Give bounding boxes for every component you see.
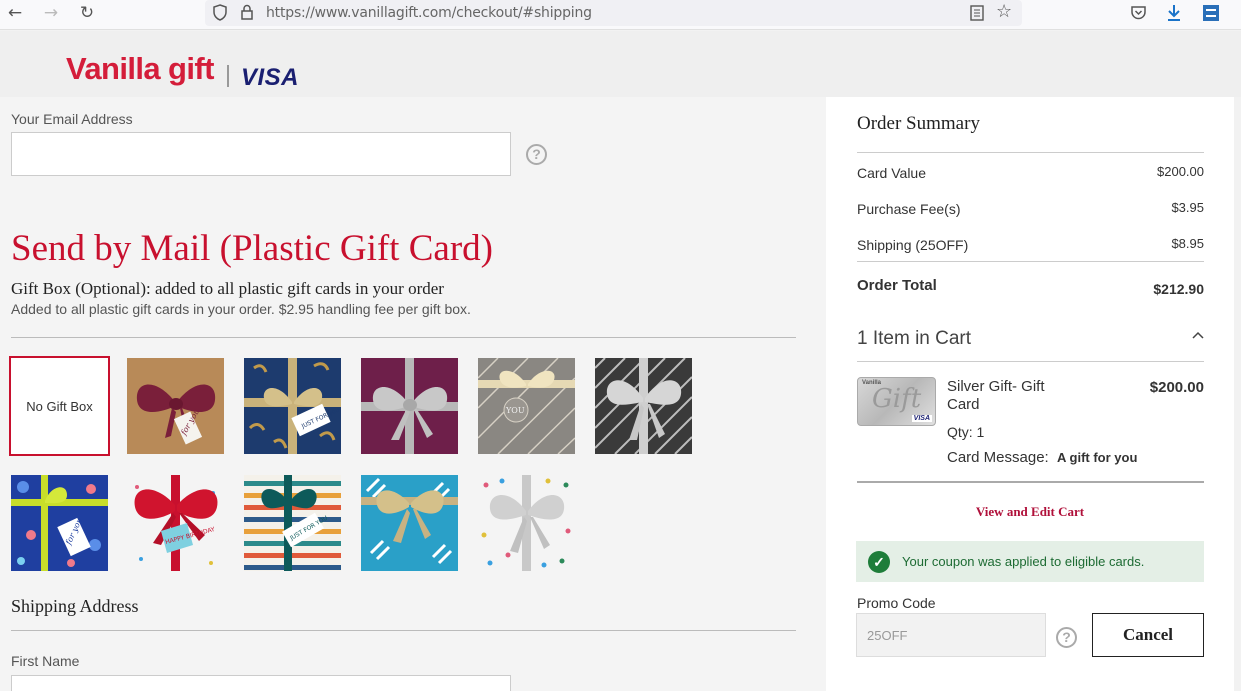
checkout-form: Your Email Address ? Send by Mail (Plast…	[0, 97, 826, 691]
first-name-label: First Name	[11, 653, 80, 669]
gift-box-image	[595, 358, 692, 454]
pocket-icon[interactable]	[1131, 6, 1146, 20]
gift-tag-text: YOU	[505, 406, 525, 415]
no-gift-box-option[interactable]: No Gift Box	[9, 356, 110, 456]
promo-code-label: Promo Code	[857, 595, 936, 611]
email-help-icon[interactable]: ?	[526, 144, 547, 165]
divider	[857, 361, 1204, 362]
gift-box-image: for you	[11, 475, 108, 571]
view-edit-cart-link[interactable]: View and Edit Cart	[826, 504, 1234, 520]
no-gift-box-label: No Gift Box	[26, 398, 93, 414]
card-message-label: Card Message:	[947, 449, 1049, 466]
browser-toolbar: ← → ↻ https://www.vanillagift.com/checko…	[0, 0, 1241, 30]
email-label: Your Email Address	[11, 111, 133, 127]
gift-box-image: HAPPY BIRTHDAY	[127, 475, 224, 571]
lock-icon[interactable]	[240, 4, 254, 21]
gift-box-option-1[interactable]: for you	[127, 358, 224, 454]
download-icon[interactable]	[1166, 4, 1182, 22]
first-name-input[interactable]	[11, 675, 511, 691]
divider	[857, 261, 1204, 262]
reader-view-icon[interactable]	[970, 5, 984, 21]
shipping-amount: $8.95	[1171, 236, 1204, 251]
gift-box-option-2[interactable]: JUST FOR you	[244, 358, 341, 454]
gift-box-image: for you	[127, 358, 224, 454]
order-summary-title: Order Summary	[857, 113, 980, 134]
cart-item-name-line2: Card	[947, 396, 980, 413]
cart-heading[interactable]: 1 Item in Cart	[857, 328, 971, 350]
divider	[11, 337, 796, 338]
card-value-label: Card Value	[857, 165, 927, 181]
gift-box-option-10[interactable]	[478, 475, 575, 571]
gift-box-option-7[interactable]: HAPPY BIRTHDAY	[127, 475, 224, 571]
gift-box-image	[361, 358, 458, 454]
send-by-mail-title: Send by Mail (Plastic Gift Card)	[11, 228, 493, 269]
bookmark-star-icon[interactable]: ☆	[996, 1, 1012, 22]
gift-box-option-5[interactable]	[595, 358, 692, 454]
vanilla-gift-logo[interactable]: Vanilla gift	[66, 51, 214, 87]
shipping-label: Shipping (25OFF)	[857, 237, 969, 253]
card-art-script: Gift	[872, 384, 922, 414]
gift-box-option-4[interactable]: YOU	[478, 358, 575, 454]
divider	[857, 152, 1204, 153]
coupon-success-banner: ✓ Your coupon was applied to eligible ca…	[856, 541, 1204, 582]
back-icon[interactable]: ←	[2, 2, 28, 26]
cart-item-name-line1: Silver Gift- Gift	[947, 378, 1045, 395]
gift-box-subtext: Added to all plastic gift cards in your …	[11, 301, 471, 317]
reload-icon[interactable]: ↻	[74, 2, 100, 26]
gift-box-heading-rest: (Optional): added to all plastic gift ca…	[70, 279, 444, 298]
chevron-up-icon[interactable]	[1192, 331, 1204, 339]
cancel-promo-button[interactable]: Cancel	[1092, 613, 1204, 657]
gift-box-image	[478, 475, 575, 571]
gift-box-image: YOU	[478, 358, 575, 454]
card-value-amount: $200.00	[1157, 164, 1204, 179]
gift-box-option-6[interactable]: for you	[11, 475, 108, 571]
promo-code-input[interactable]: 25OFF	[856, 613, 1046, 657]
gift-box-image	[361, 475, 458, 571]
gift-box-option-3[interactable]	[361, 358, 458, 454]
email-input[interactable]	[11, 132, 511, 176]
gift-box-image: JUST FOR YOU	[244, 475, 341, 571]
cart-item-price: $200.00	[1149, 379, 1204, 396]
cart-item-name: Silver Gift- Gift Card	[947, 378, 1045, 414]
site-header: Vanilla gift VISA	[0, 31, 1241, 97]
cart-item-qty: Qty: 1	[947, 424, 985, 440]
promo-help-icon[interactable]: ?	[1056, 627, 1077, 648]
gift-box-option-8[interactable]: JUST FOR YOU	[244, 475, 341, 571]
gift-box-heading: Gift Box (Optional): added to all plasti…	[11, 279, 444, 299]
purchase-fee-amount: $3.95	[1171, 200, 1204, 215]
forward-icon[interactable]: →	[38, 2, 64, 26]
address-bar[interactable]: https://www.vanillagift.com/checkout/#sh…	[205, 0, 1022, 26]
divider	[11, 630, 796, 631]
url-text[interactable]: https://www.vanillagift.com/checkout/#sh…	[266, 5, 592, 21]
shipping-address-heading: Shipping Address	[11, 596, 139, 616]
extension-icon[interactable]	[1202, 4, 1220, 22]
order-total-amount: $212.90	[1153, 281, 1204, 297]
visa-logo: VISA	[241, 64, 300, 91]
gift-box-option-9[interactable]	[361, 475, 458, 571]
card-message-value: A gift for you	[1057, 450, 1138, 465]
gift-box-heading-bold: Gift Box	[11, 279, 71, 298]
shield-icon[interactable]	[213, 4, 227, 21]
order-summary-panel: Order Summary Card Value $200.00 Purchas…	[826, 97, 1234, 691]
gift-box-image: JUST FOR you	[244, 358, 341, 454]
card-art-network: VISA	[911, 415, 932, 422]
purchase-fee-label: Purchase Fee(s)	[857, 201, 961, 217]
order-total-label: Order Total	[857, 277, 937, 294]
check-circle-icon: ✓	[868, 551, 890, 573]
coupon-success-text: Your coupon was applied to eligible card…	[902, 554, 1145, 569]
silver-gift-card-image: Vanilla Gift VISA	[857, 377, 936, 426]
promo-code-value: 25OFF	[867, 628, 908, 643]
logo-divider	[227, 65, 229, 87]
divider	[857, 481, 1204, 483]
